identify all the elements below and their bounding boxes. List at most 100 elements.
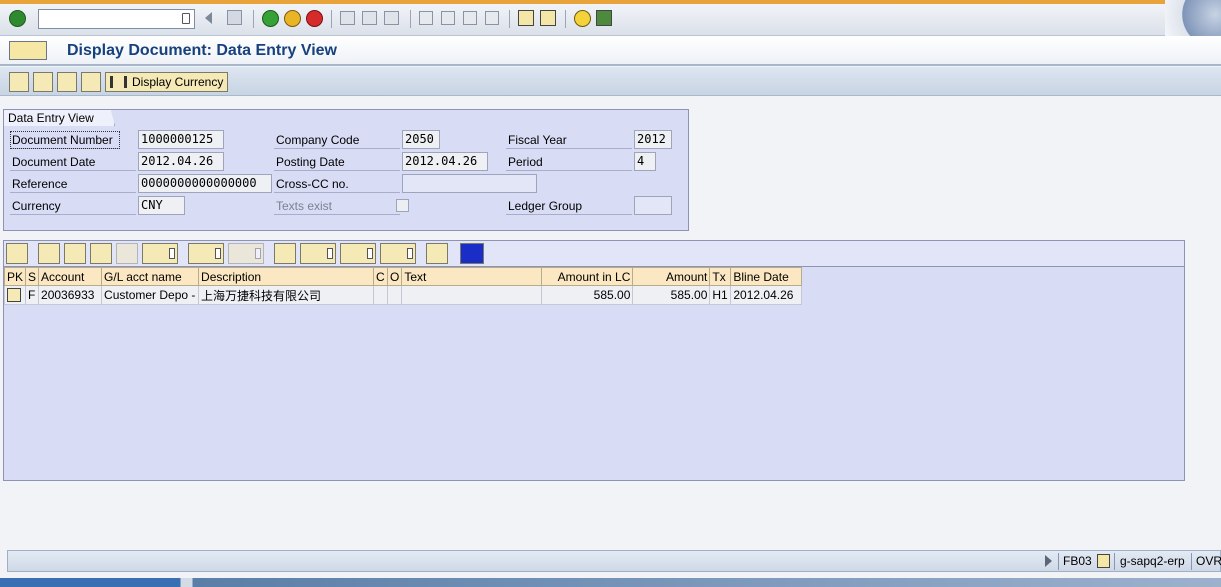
currency-field[interactable]: CNY: [138, 196, 185, 215]
period-label: Period: [506, 153, 632, 171]
cell-text: [401, 285, 543, 305]
export-dropdown-icon[interactable]: [327, 248, 333, 259]
system-toolbar: [0, 0, 1221, 36]
details-icon[interactable]: [6, 243, 28, 264]
status-separator: [1191, 553, 1192, 570]
menu-icon[interactable]: [9, 41, 47, 60]
table-row[interactable]: F 20036933 Customer Depo - 上海万捷科技有限公司 58…: [3, 285, 803, 305]
new-session-icon[interactable]: [518, 10, 534, 26]
subtotal-icon: [228, 243, 264, 264]
sap-logo: [1165, 0, 1221, 36]
cell-amount-in-lc: 585.00: [541, 285, 634, 305]
first-page-icon[interactable]: [419, 11, 433, 25]
shortcut-icon[interactable]: [540, 10, 556, 26]
document-date-label: Document Date: [10, 153, 136, 171]
company-code-field[interactable]: 2050: [402, 130, 440, 149]
print-icon[interactable]: [340, 11, 355, 25]
column-header-account[interactable]: Account: [38, 267, 103, 286]
system-info-icon[interactable]: [1097, 554, 1110, 568]
find-icon[interactable]: [362, 11, 377, 25]
reference-field[interactable]: 0000000000000000: [138, 174, 272, 193]
cell-gl-acct-name: Customer Depo -: [101, 285, 200, 305]
column-header-o[interactable]: O: [387, 267, 403, 286]
column-header-tx[interactable]: Tx: [709, 267, 732, 286]
layout-icon[interactable]: [380, 243, 416, 264]
filter-dropdown-icon[interactable]: [169, 248, 175, 259]
export-icon[interactable]: [300, 243, 336, 264]
print-preview-icon[interactable]: [274, 243, 296, 264]
cell-tx: H1: [709, 285, 732, 305]
layout-icon[interactable]: [596, 10, 612, 26]
column-header-gl-acct-name[interactable]: G/L acct name: [101, 267, 200, 286]
column-header-text[interactable]: Text: [401, 267, 543, 286]
currency-label: Currency: [10, 197, 136, 215]
views-dropdown-icon[interactable]: [367, 248, 373, 259]
company-code-label: Company Code: [274, 131, 400, 149]
texts-exist-checkbox[interactable]: [396, 199, 409, 212]
filter-icon[interactable]: [142, 243, 178, 264]
status-separator: [1114, 553, 1115, 570]
help-icon[interactable]: [574, 10, 591, 27]
toolbar-separator: [509, 10, 510, 28]
previous-page-icon[interactable]: [441, 11, 455, 25]
total-icon[interactable]: [188, 243, 224, 264]
column-header-bline-date[interactable]: Bline Date: [730, 267, 803, 286]
ledger-group-field[interactable]: [634, 196, 672, 215]
document-number-field[interactable]: 1000000125: [138, 130, 224, 149]
command-field[interactable]: [38, 9, 195, 29]
cell-pk[interactable]: [3, 285, 27, 305]
subtotal-dropdown-icon: [255, 248, 261, 259]
document-header-icon[interactable]: [81, 72, 101, 92]
column-header-c[interactable]: C: [373, 267, 389, 286]
grid-toolbar: [4, 241, 1184, 267]
title-bar: Display Document: Data Entry View: [0, 36, 1221, 66]
display-change-icon[interactable]: [9, 72, 29, 92]
layout-dropdown-icon[interactable]: [407, 248, 413, 259]
enter-icon[interactable]: [9, 10, 26, 27]
ledger-group-label: Ledger Group: [506, 197, 632, 215]
back-green-icon[interactable]: [262, 10, 279, 27]
last-page-icon[interactable]: [485, 11, 499, 25]
total-dropdown-icon[interactable]: [215, 248, 221, 259]
texts-exist-label: Texts exist: [274, 197, 400, 215]
column-header-amount-in-lc[interactable]: Amount in LC: [541, 267, 634, 286]
column-header-amount[interactable]: Amount: [632, 267, 711, 286]
cell-bline-date: 2012.04.26: [730, 285, 803, 305]
fiscal-year-field[interactable]: 2012: [634, 130, 672, 149]
cross-cc-field[interactable]: [402, 174, 537, 193]
line-item-detail-icon[interactable]: [7, 288, 21, 303]
cross-cc-label: Cross-CC no.: [274, 175, 400, 193]
sort-ascending-icon[interactable]: [38, 243, 60, 264]
display-currency-button[interactable]: Display Currency: [105, 72, 228, 92]
posting-date-field[interactable]: 2012.04.26: [402, 152, 488, 171]
document-overview-icon[interactable]: [57, 72, 77, 92]
save-icon[interactable]: [227, 10, 242, 25]
cancel-icon[interactable]: [306, 10, 323, 27]
exit-icon[interactable]: [284, 10, 301, 27]
back-icon[interactable]: [205, 12, 212, 24]
sort-descending-icon[interactable]: [64, 243, 86, 264]
period-field[interactable]: 4: [634, 152, 656, 171]
fiscal-year-label: Fiscal Year: [506, 131, 632, 149]
find-next-icon[interactable]: [384, 11, 399, 25]
other-document-icon[interactable]: [33, 72, 53, 92]
taskbar-strip: [0, 578, 1221, 587]
find-icon[interactable]: [90, 243, 112, 264]
status-expand-icon[interactable]: [1045, 555, 1052, 567]
command-history-icon[interactable]: [182, 13, 190, 24]
document-date-field[interactable]: 2012.04.26: [138, 152, 224, 171]
application-toolbar: Display Currency: [0, 67, 1221, 96]
column-header-pk[interactable]: PK: [3, 267, 27, 286]
column-header-description[interactable]: Description: [198, 267, 375, 286]
display-currency-label: Display Currency: [132, 75, 224, 89]
cell-account: 20036933: [38, 285, 103, 305]
toolbar-separator: [253, 10, 254, 28]
line-item-grid: PK S Account G/L acct name Description C…: [3, 240, 1185, 481]
status-separator: [1058, 553, 1059, 570]
cell-amount: 585.00: [632, 285, 711, 305]
next-page-icon[interactable]: [463, 11, 477, 25]
info-icon[interactable]: [460, 243, 484, 264]
views-icon[interactable]: [340, 243, 376, 264]
graphic-icon[interactable]: [426, 243, 448, 264]
column-header-s[interactable]: S: [25, 267, 40, 286]
